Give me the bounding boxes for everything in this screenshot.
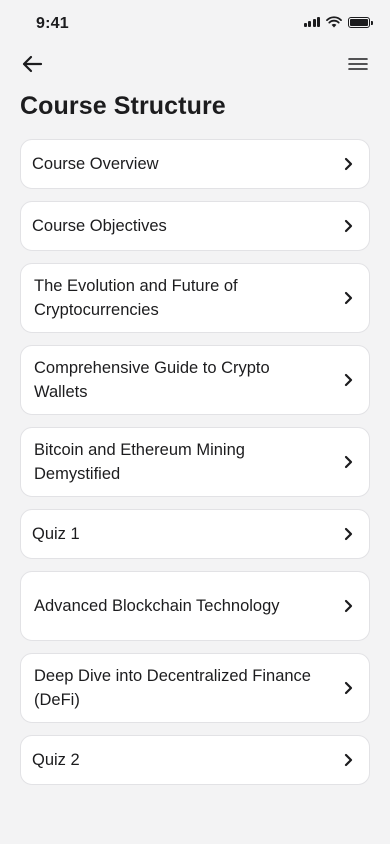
course-item-defi[interactable]: Deep Dive into Decentralized Finance (De…: [20, 653, 370, 723]
signal-icon: [303, 17, 320, 27]
course-item-evolution[interactable]: The Evolution and Future of Cryptocurren…: [20, 263, 370, 333]
course-item-label: Quiz 2: [32, 751, 80, 769]
course-item-label: Course Overview: [32, 155, 159, 173]
chevron-right-icon: [343, 753, 353, 767]
course-item-label: Advanced Blockchain Technology: [34, 597, 280, 615]
course-item-mining[interactable]: Bitcoin and Ethereum Mining Demystified: [20, 427, 370, 497]
chevron-right-icon: [343, 681, 353, 695]
chevron-right-icon: [343, 527, 353, 541]
course-item-label: Course Objectives: [32, 217, 167, 235]
menu-button[interactable]: [344, 52, 372, 76]
page-title: Course Structure: [20, 92, 226, 120]
course-item-label: Comprehensive Guide to Crypto Wallets: [34, 359, 270, 401]
hamburger-menu-icon: [348, 58, 368, 70]
chevron-right-icon: [343, 455, 353, 469]
course-item-quiz-1[interactable]: Quiz 1: [20, 509, 370, 559]
course-item-label: Deep Dive into Decentralized Finance (De…: [34, 667, 311, 709]
battery-icon: [348, 16, 373, 28]
wifi-icon: [326, 16, 342, 28]
course-list: Course Overview Course Objectives The Ev…: [20, 139, 370, 785]
chevron-right-icon: [343, 291, 353, 305]
course-item-label: The Evolution and Future of Cryptocurren…: [34, 277, 238, 319]
arrow-left-icon: [22, 55, 43, 73]
course-item-overview[interactable]: Course Overview: [20, 139, 370, 189]
status-icons: [303, 16, 373, 28]
status-bar: 9:41: [0, 0, 390, 48]
status-time: 9:41: [36, 15, 69, 32]
back-button[interactable]: [18, 52, 46, 76]
course-item-label: Bitcoin and Ethereum Mining Demystified: [34, 441, 245, 483]
chevron-right-icon: [343, 157, 353, 171]
course-item-label: Quiz 1: [32, 525, 80, 543]
course-item-objectives[interactable]: Course Objectives: [20, 201, 370, 251]
course-item-blockchain[interactable]: Advanced Blockchain Technology: [20, 571, 370, 641]
chevron-right-icon: [343, 599, 353, 613]
course-item-quiz-2[interactable]: Quiz 2: [20, 735, 370, 785]
course-item-wallets[interactable]: Comprehensive Guide to Crypto Wallets: [20, 345, 370, 415]
nav-bar: [0, 48, 390, 80]
chevron-right-icon: [343, 373, 353, 387]
chevron-right-icon: [343, 219, 353, 233]
